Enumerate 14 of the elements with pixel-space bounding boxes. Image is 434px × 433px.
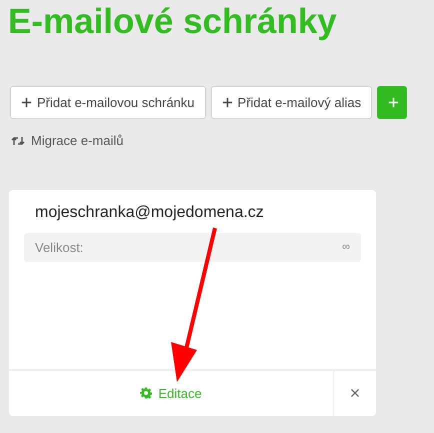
migration-link[interactable]: Migrace e-mailů: [11, 133, 124, 148]
add-button[interactable]: Přidat e-mailovou schránku: [10, 86, 206, 119]
delete-button[interactable]: ×: [333, 370, 376, 416]
mailbox-address: mojeschranka@mojedomena.cz: [34, 204, 265, 222]
add-button[interactable]: [377, 86, 408, 119]
plus-icon: [388, 97, 400, 108]
gear-icon: [140, 387, 152, 399]
add-button[interactable]: Přidat e-mailový alias: [210, 86, 372, 119]
sync-icon: [11, 136, 25, 146]
size-label: Velikost:: [35, 240, 84, 254]
plus-icon: [222, 97, 233, 108]
size-value: ∞: [342, 241, 350, 253]
plus-icon: [21, 97, 32, 108]
page-title: E-mailové schránky: [7, 1, 338, 42]
